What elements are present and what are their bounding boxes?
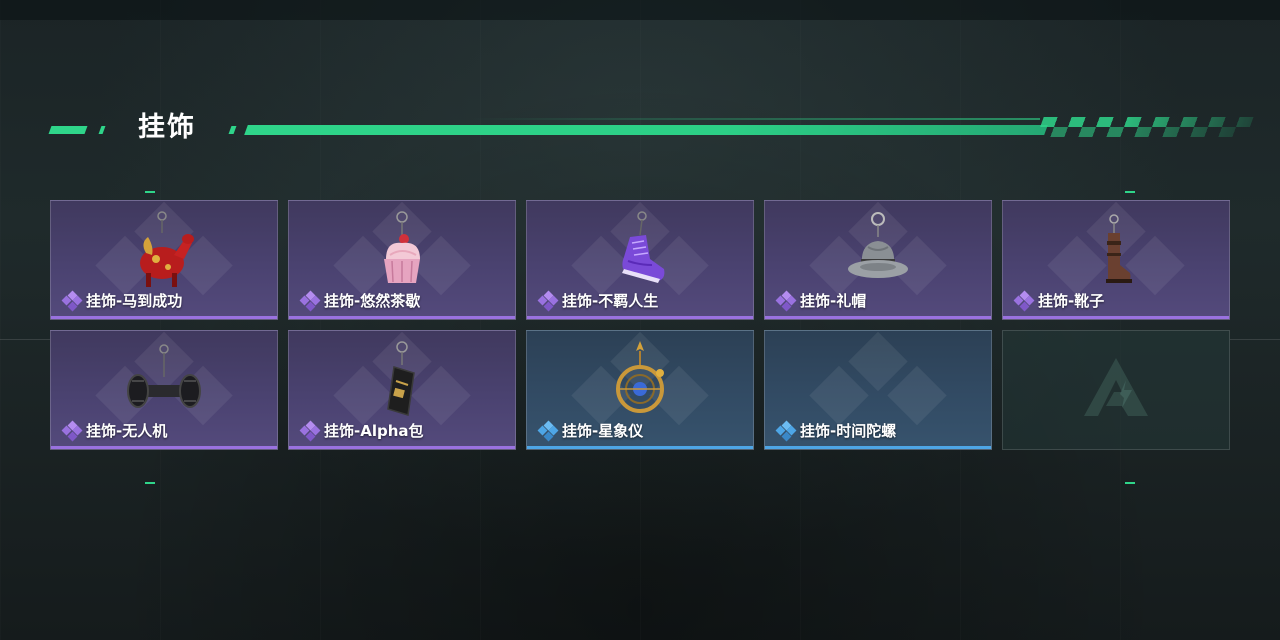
- purple-sneaker-charm-icon: [622, 211, 665, 283]
- frame-mark: [1125, 191, 1135, 193]
- item-name: 挂饰-无人机: [86, 422, 168, 440]
- item-label: 挂饰-礼帽: [775, 290, 867, 311]
- header-thin-line: [470, 118, 1040, 120]
- header-checker-pattern: [1036, 117, 1254, 137]
- rarity-bar: [51, 446, 277, 449]
- item-card[interactable]: 挂饰-无人机: [50, 330, 278, 450]
- item-name: 挂饰-悠然茶歇: [324, 292, 421, 310]
- item-name: 挂饰-不羁人生: [562, 292, 659, 310]
- purple-rarity-icon: [61, 290, 83, 311]
- frame-mark: [145, 191, 155, 193]
- item-card[interactable]: 挂饰-悠然茶歇: [288, 200, 516, 320]
- item-name: 挂饰-Alpha包: [324, 422, 424, 440]
- frame-mark: [145, 482, 155, 484]
- drone-charm-icon: [127, 344, 201, 408]
- item-card[interactable]: 挂饰-Alpha包: [288, 330, 516, 450]
- purple-rarity-icon: [61, 420, 83, 441]
- item-label: 挂饰-不羁人生: [537, 290, 659, 311]
- empty-slot: [1002, 330, 1230, 450]
- item-card[interactable]: 挂饰-马到成功: [50, 200, 278, 320]
- purple-rarity-icon: [775, 290, 797, 311]
- item-name: 挂饰-靴子: [1038, 292, 1105, 310]
- top-strip: [0, 0, 1280, 20]
- rarity-bar: [527, 316, 753, 319]
- section-title: 挂饰: [138, 112, 196, 143]
- item-label: 挂饰-Alpha包: [299, 420, 424, 441]
- boot-charm-icon: [1106, 214, 1132, 283]
- item-card[interactable]: 挂饰-礼帽: [764, 200, 992, 320]
- item-label: 挂饰-靴子: [1013, 290, 1105, 311]
- astrolabe-charm-icon: [616, 341, 664, 413]
- header-accent-dash: [48, 126, 88, 134]
- side-guide-line: [1230, 339, 1280, 340]
- fedora-hat-charm-icon: [848, 212, 908, 278]
- item-label: 挂饰-时间陀螺: [775, 420, 897, 441]
- rarity-bar: [289, 316, 515, 319]
- alpha-pouch-charm-icon: [387, 341, 415, 416]
- blue-rarity-icon: [775, 420, 797, 441]
- item-name: 挂饰-马到成功: [86, 292, 183, 310]
- item-label: 挂饰-无人机: [61, 420, 168, 441]
- purple-rarity-icon: [299, 290, 321, 311]
- item-card[interactable]: 挂饰-不羁人生: [526, 200, 754, 320]
- item-card[interactable]: 挂饰-靴子: [1002, 200, 1230, 320]
- item-name: 挂饰-礼帽: [800, 292, 867, 310]
- purple-rarity-icon: [1013, 290, 1035, 311]
- item-label: 挂饰-马到成功: [61, 290, 183, 311]
- rarity-bar: [289, 446, 515, 449]
- section-header: 挂饰: [48, 108, 1254, 148]
- purple-rarity-icon: [537, 290, 559, 311]
- item-name: 挂饰-星象仪: [562, 422, 644, 440]
- header-accent-bar: [244, 125, 1048, 135]
- header-accent-dash: [98, 126, 106, 134]
- item-label: 挂饰-星象仪: [537, 420, 644, 441]
- rarity-bar: [527, 446, 753, 449]
- red-horse-charm-icon: [140, 211, 194, 287]
- item-grid: 挂饰-马到成功 挂饰-悠然茶歇 挂饰-不羁人生 挂饰-礼帽 挂饰-靴子 挂饰-无…: [50, 200, 1230, 450]
- item-label: 挂饰-悠然茶歇: [299, 290, 421, 311]
- cupcake-charm-icon: [384, 211, 420, 283]
- game-logo-icon: [1084, 358, 1148, 416]
- blue-rarity-icon: [537, 420, 559, 441]
- item-name: 挂饰-时间陀螺: [800, 422, 897, 440]
- item-card[interactable]: 挂饰-星象仪: [526, 330, 754, 450]
- item-card[interactable]: 挂饰-时间陀螺: [764, 330, 992, 450]
- rarity-bar: [765, 316, 991, 319]
- rarity-bar: [765, 446, 991, 449]
- side-guide-line: [0, 339, 50, 340]
- purple-rarity-icon: [299, 420, 321, 441]
- rarity-bar: [1003, 316, 1229, 319]
- rarity-bar: [51, 316, 277, 319]
- header-accent-dash: [228, 126, 237, 134]
- frame-mark: [1125, 482, 1135, 484]
